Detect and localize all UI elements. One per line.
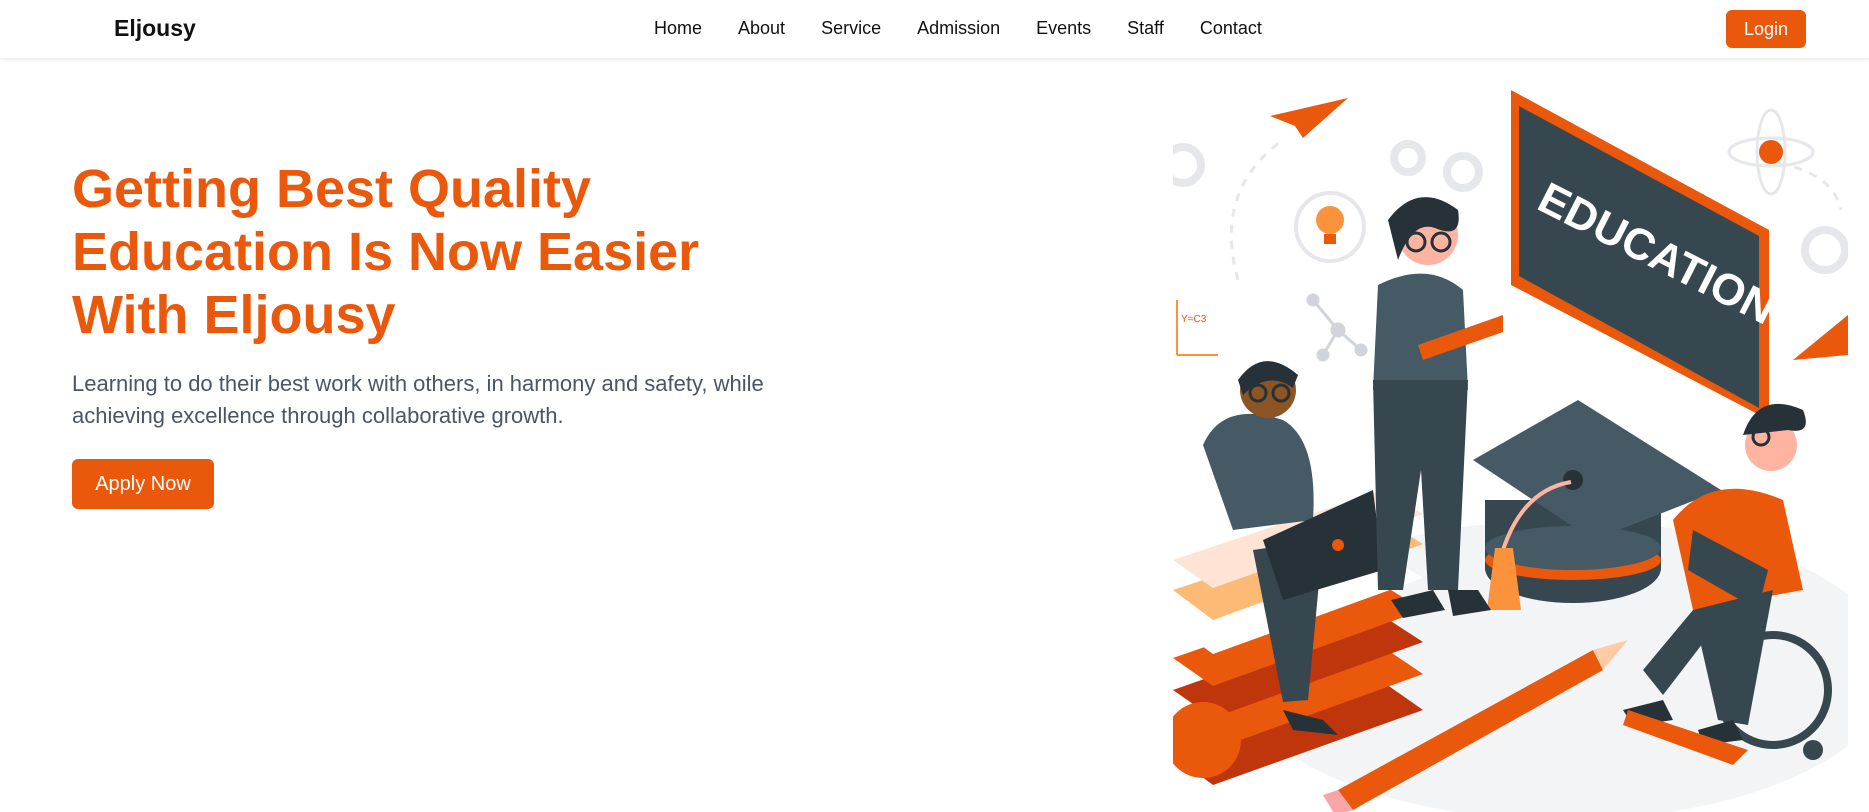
lightbulb-base bbox=[1324, 234, 1336, 244]
formula-text: Y=C3 bbox=[1181, 314, 1207, 325]
education-illustration-svg: Y=C3 EDUCATION bbox=[1173, 90, 1848, 812]
dashed-path-right bbox=[1762, 158, 1843, 211]
paper-plane-icon bbox=[1270, 98, 1348, 138]
brand-logo[interactable]: Eljousy bbox=[114, 15, 196, 42]
nav-admission[interactable]: Admission bbox=[917, 18, 1000, 39]
dashed-path bbox=[1230, 138, 1284, 281]
lightbulb-icon bbox=[1316, 206, 1344, 234]
nav-contact[interactable]: Contact bbox=[1200, 18, 1262, 39]
main-nav: Home About Service Admission Events Staf… bbox=[654, 18, 1262, 39]
formula-chart: Y=C3 bbox=[1176, 300, 1218, 356]
chalkboard: EDUCATION bbox=[1511, 90, 1783, 420]
navbar: Eljousy Home About Service Admission Eve… bbox=[0, 0, 1869, 58]
education-illustration: Y=C3 EDUCATION bbox=[1173, 70, 1848, 812]
nav-home[interactable]: Home bbox=[654, 18, 702, 39]
apply-now-button[interactable]: Apply Now bbox=[72, 459, 214, 509]
login-button[interactable]: Login bbox=[1726, 10, 1806, 48]
atom-icon bbox=[1727, 108, 1815, 196]
molecule-icon bbox=[1306, 293, 1368, 362]
nav-service[interactable]: Service bbox=[821, 18, 881, 39]
paper-plane-icon bbox=[1793, 315, 1848, 360]
nav-staff[interactable]: Staff bbox=[1127, 18, 1164, 39]
hero-subtitle: Learning to do their best work with othe… bbox=[72, 371, 764, 428]
nav-about[interactable]: About bbox=[738, 18, 785, 39]
hero-title: Getting Best Quality Education Is Now Ea… bbox=[72, 159, 700, 345]
nav-events[interactable]: Events bbox=[1036, 18, 1091, 39]
